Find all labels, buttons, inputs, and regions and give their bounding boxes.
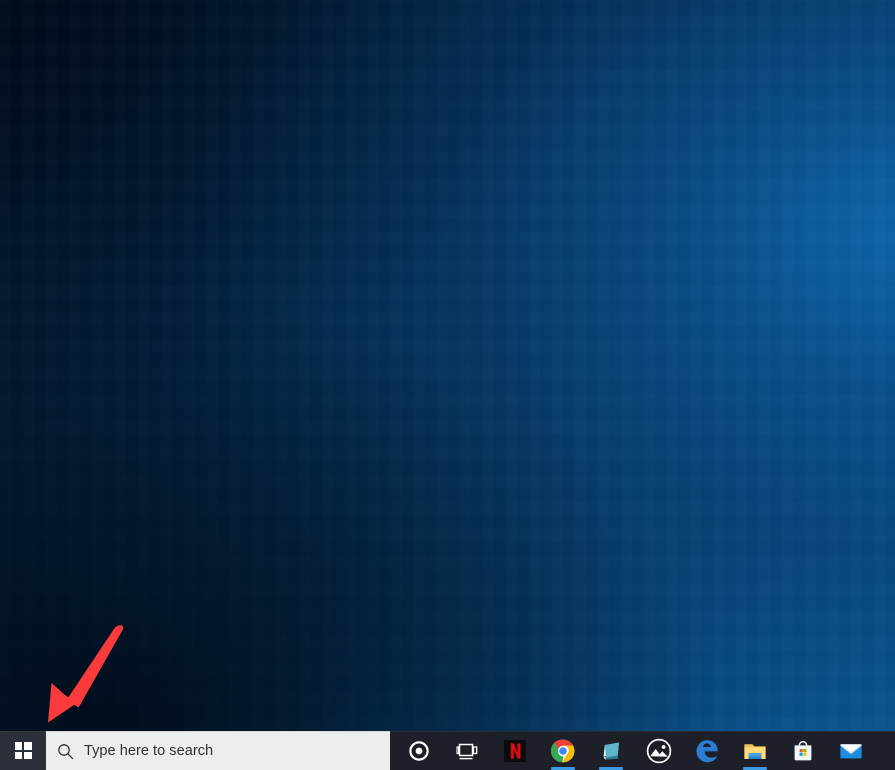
mail-envelope-icon xyxy=(840,743,862,758)
taskbar-item-google-chrome[interactable] xyxy=(539,731,587,770)
taskbar-icon-strip xyxy=(390,731,895,770)
taskbar-item-cortana[interactable] xyxy=(395,731,443,770)
screen: Type here to search xyxy=(0,0,895,770)
desktop-wallpaper[interactable] xyxy=(0,0,895,731)
windows-logo-icon xyxy=(14,742,32,759)
search-placeholder-text: Type here to search xyxy=(84,743,214,759)
search-input[interactable]: Type here to search xyxy=(46,731,390,770)
wallpaper-vignette xyxy=(0,0,895,731)
edge-icon xyxy=(696,739,718,762)
taskbar-item-office-scan[interactable] xyxy=(587,731,635,770)
chrome-icon xyxy=(550,739,575,762)
photos-icon xyxy=(646,738,672,763)
taskbar-item-microsoft-store[interactable] xyxy=(779,731,827,770)
taskbar-item-mail[interactable] xyxy=(827,731,875,770)
taskbar-item-photos[interactable] xyxy=(635,731,683,770)
office-paper-icon xyxy=(603,742,619,760)
folder-icon xyxy=(744,743,766,759)
task-view-icon xyxy=(456,743,478,759)
taskbar-item-netflix[interactable] xyxy=(491,731,539,770)
store-bag-icon xyxy=(794,740,812,760)
search-icon xyxy=(46,743,84,760)
taskbar-item-task-view[interactable] xyxy=(443,731,491,770)
taskbar-item-microsoft-edge[interactable] xyxy=(683,731,731,770)
wallpaper-texture xyxy=(0,0,895,731)
netflix-icon xyxy=(504,739,526,762)
taskbar: Type here to search xyxy=(0,731,895,770)
start-button[interactable] xyxy=(0,731,46,770)
cortana-circle-icon xyxy=(409,740,429,761)
taskbar-item-file-explorer[interactable] xyxy=(731,731,779,770)
